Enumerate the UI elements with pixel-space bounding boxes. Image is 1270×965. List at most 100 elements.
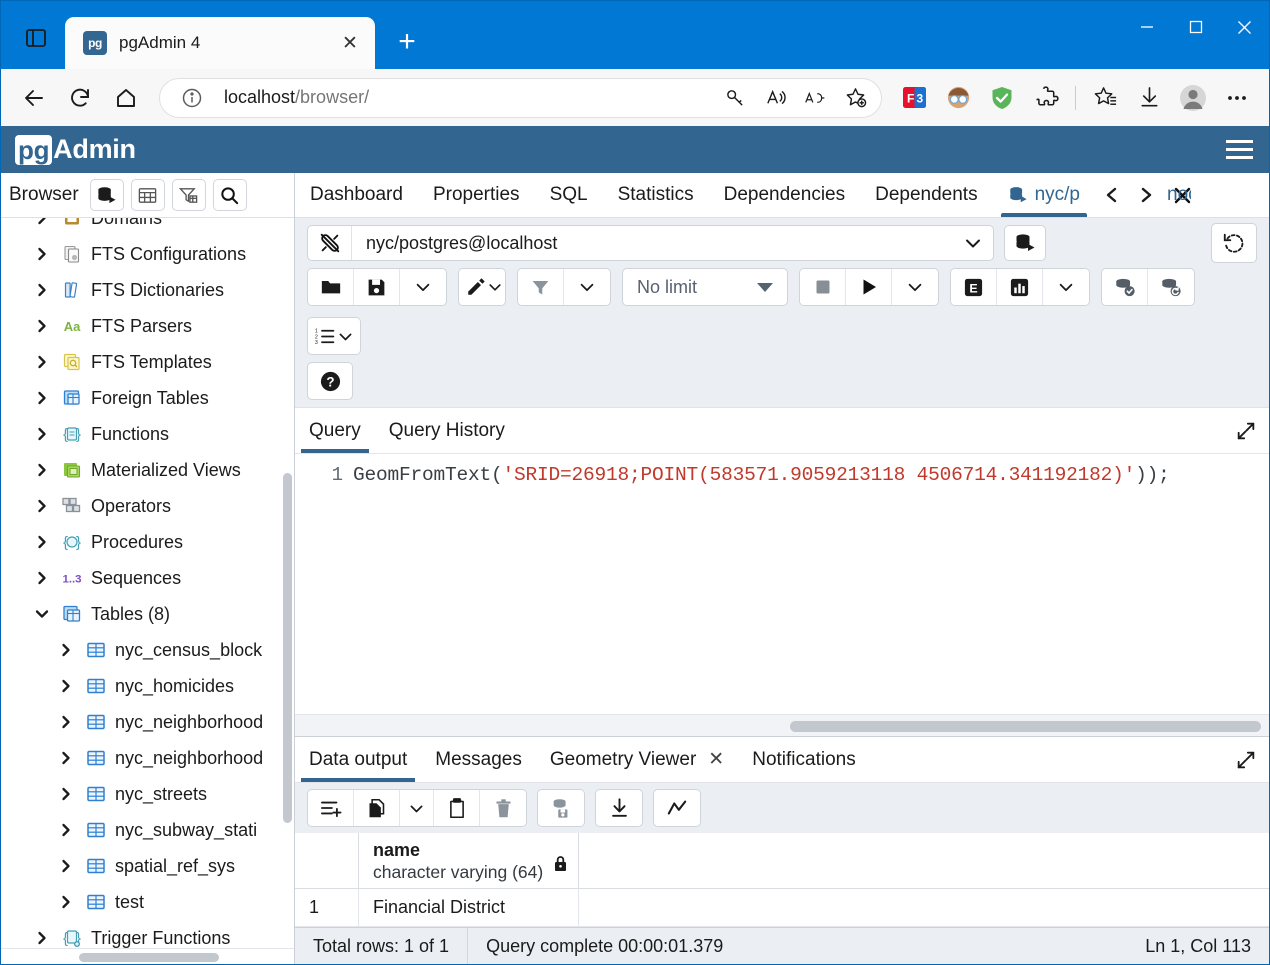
object-tab-dashboard[interactable]: Dashboard	[295, 173, 418, 217]
sql-code-editor[interactable]: 1 GeomFromText('SRID=26918;POINT(583571.…	[295, 454, 1269, 714]
commit-button[interactable]	[1102, 269, 1148, 305]
object-tab-statistics[interactable]: Statistics	[603, 173, 709, 217]
help-button[interactable]: ?	[307, 362, 353, 400]
chevron-right-icon[interactable]	[31, 427, 53, 441]
extensions-puzzle-icon[interactable]	[1026, 78, 1066, 118]
chevron-right-icon[interactable]	[31, 218, 53, 225]
downloads-icon[interactable]	[1129, 78, 1169, 118]
execute-button[interactable]	[846, 269, 892, 305]
tree-item-nyc-streets[interactable]: nyc_streets	[1, 776, 294, 812]
chevron-right-icon[interactable]	[31, 283, 53, 297]
execute-options-chevron-icon[interactable]	[892, 269, 938, 305]
tree-item-trigger-functions[interactable]: {} Trigger Functions	[1, 920, 294, 948]
search-icon[interactable]	[212, 179, 247, 211]
tree-item-domains[interactable]: Domains	[1, 218, 294, 236]
chevron-right-icon[interactable]	[31, 355, 53, 369]
filter-options-chevron-icon[interactable]	[564, 269, 610, 305]
object-tab-dependents[interactable]: Dependents	[860, 173, 992, 217]
tree-item-materialized-views[interactable]: Materialized Views	[1, 452, 294, 488]
tree-item-tables-8[interactable]: Tables (8)	[1, 596, 294, 632]
filter-button[interactable]	[518, 269, 564, 305]
profile-icon[interactable]	[1173, 78, 1213, 118]
chevron-right-icon[interactable]	[31, 319, 53, 333]
chevron-right-icon[interactable]	[55, 715, 77, 729]
translate-icon[interactable]	[797, 80, 833, 116]
maximize-icon[interactable]	[1171, 1, 1220, 53]
tree-item-fts-configurations[interactable]: FTS Configurations	[1, 236, 294, 272]
tree-item-spatial-ref-sys[interactable]: spatial_ref_sys	[1, 848, 294, 884]
tree-item-nyc-census-block[interactable]: nyc_census_block	[1, 632, 294, 668]
tree-item-fts-templates[interactable]: FTS Templates	[1, 344, 294, 380]
tree-item-fts-parsers[interactable]: Aa FTS Parsers	[1, 308, 294, 344]
editor-horizontal-scrollbar[interactable]	[790, 721, 1261, 732]
tree-item-procedures[interactable]: {} Procedures	[1, 524, 294, 560]
view-data-icon[interactable]	[130, 179, 165, 211]
chevron-right-icon[interactable]	[31, 535, 53, 549]
tab-prev-button[interactable]	[1095, 173, 1129, 217]
copy-button[interactable]	[354, 790, 400, 826]
explain-analyze-button[interactable]	[997, 269, 1043, 305]
rollback-button[interactable]	[1148, 269, 1194, 305]
chevron-right-icon[interactable]	[55, 643, 77, 657]
delete-row-button[interactable]	[480, 790, 526, 826]
tree-horizontal-scrollbar[interactable]	[79, 953, 219, 962]
tree-item-foreign-tables[interactable]: Foreign Tables	[1, 380, 294, 416]
chevron-right-icon[interactable]	[55, 679, 77, 693]
home-icon[interactable]	[105, 77, 147, 119]
expand-panel-icon[interactable]	[1223, 408, 1269, 453]
close-icon[interactable]: ✕	[335, 28, 365, 58]
chevron-right-icon[interactable]	[31, 391, 53, 405]
minimize-icon[interactable]	[1122, 1, 1171, 53]
hamburger-menu-icon[interactable]	[1224, 134, 1255, 165]
tree-item-nyc-homicides[interactable]: nyc_homicides	[1, 668, 294, 704]
connection-selector[interactable]: nyc/postgres@localhost	[307, 225, 994, 261]
new-tab-button[interactable]: +	[385, 20, 429, 64]
favorites-icon[interactable]	[1085, 78, 1125, 118]
tree-item-sequences[interactable]: 1..3 Sequences	[1, 560, 294, 596]
filter-data-icon[interactable]	[171, 179, 206, 211]
output-tab-geometry-viewer[interactable]: Geometry Viewer ✕	[536, 737, 738, 782]
chevron-right-icon[interactable]	[55, 751, 77, 765]
info-icon[interactable]	[174, 80, 210, 116]
tree-item-test[interactable]: test	[1, 884, 294, 920]
save-options-chevron-icon[interactable]	[400, 269, 446, 305]
chevron-right-icon[interactable]	[31, 931, 53, 945]
add-row-button[interactable]	[308, 790, 354, 826]
data-output-grid[interactable]: name character varying (64) 1 Financial …	[295, 833, 1269, 927]
save-file-button[interactable]	[354, 269, 400, 305]
extension-f3-icon[interactable]: F 3	[894, 78, 934, 118]
download-csv-button[interactable]	[596, 790, 642, 826]
object-tab-clipped[interactable]: noc	[1163, 173, 1191, 217]
object-tab-nyc-p[interactable]: nyc/p	[993, 173, 1095, 217]
reset-layout-button[interactable]	[1211, 223, 1257, 263]
chevron-right-icon[interactable]	[31, 499, 53, 513]
explain-button[interactable]: E	[951, 269, 997, 305]
query-tab-query[interactable]: Query	[295, 408, 375, 453]
tab-next-button[interactable]	[1129, 173, 1163, 217]
new-connection-button[interactable]	[1004, 225, 1046, 261]
chevron-right-icon[interactable]	[55, 823, 77, 837]
grid-row[interactable]: 1 Financial District	[295, 889, 1269, 927]
chevron-right-icon[interactable]	[55, 859, 77, 873]
expand-panel-icon[interactable]	[1223, 737, 1269, 782]
output-tab-data-output[interactable]: Data output	[295, 737, 421, 782]
object-tab-dependencies[interactable]: Dependencies	[709, 173, 860, 217]
save-data-changes-button[interactable]	[538, 790, 584, 826]
grid-column-header[interactable]: name character varying (64)	[359, 833, 579, 888]
tree-item-nyc-neighborhood[interactable]: nyc_neighborhood	[1, 704, 294, 740]
tree-vertical-scrollbar[interactable]	[283, 473, 292, 823]
chevron-right-icon[interactable]	[31, 463, 53, 477]
object-tab-sql[interactable]: SQL	[535, 173, 603, 217]
address-bar[interactable]: localhost/browser/	[159, 77, 882, 118]
query-tab-query-history[interactable]: Query History	[375, 408, 519, 453]
query-tool-icon[interactable]	[89, 179, 124, 211]
row-limit-select[interactable]: No limit	[622, 268, 788, 306]
settings-more-icon[interactable]	[1217, 78, 1257, 118]
output-tab-notifications[interactable]: Notifications	[738, 737, 870, 782]
read-aloud-icon[interactable]	[757, 80, 793, 116]
favorite-add-icon[interactable]	[837, 80, 873, 116]
back-icon[interactable]	[13, 77, 55, 119]
chevron-right-icon[interactable]	[55, 895, 77, 909]
edit-button[interactable]	[459, 269, 505, 305]
tree-item-functions[interactable]: {} Functions	[1, 416, 294, 452]
